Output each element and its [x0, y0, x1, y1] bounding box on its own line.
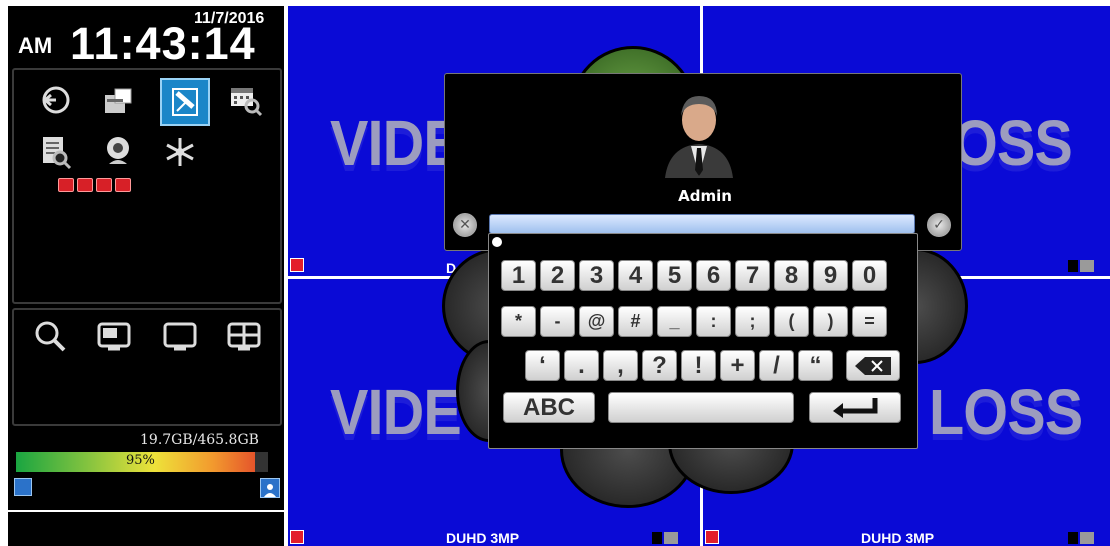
record-icon[interactable]: [160, 78, 210, 126]
backspace-key[interactable]: [846, 350, 900, 381]
camera-icon[interactable]: [98, 132, 138, 172]
key-sym-8[interactable]: ): [813, 306, 848, 337]
key-sym-2[interactable]: @: [579, 306, 614, 337]
key-8[interactable]: 9: [813, 260, 848, 291]
key-3[interactable]: 4: [618, 260, 653, 291]
virtual-keyboard: 1 2 3 4 5 6 7 8 9 0 * - @ # _:;() = ‘.,?! + / “ ABC: [488, 233, 918, 449]
key-7[interactable]: 8: [774, 260, 809, 291]
username-label: Admin: [678, 187, 732, 205]
key-6[interactable]: 7: [735, 260, 770, 291]
key-9[interactable]: 0: [852, 260, 887, 291]
record-indicator-3: [96, 178, 112, 192]
backspace-icon: [855, 356, 891, 375]
key-0[interactable]: 1: [501, 260, 536, 291]
password-field[interactable]: [489, 214, 915, 234]
storage-bar-remaining: [255, 452, 268, 472]
video-loss-text: VIDE: [330, 107, 462, 179]
cancel-icon[interactable]: ✕: [453, 213, 477, 237]
video-loss-text: LOSS: [929, 376, 1083, 448]
storage-usage: 19.7GB/465.8GB: [140, 432, 259, 448]
network-icon[interactable]: [14, 478, 32, 496]
admin-avatar: [659, 86, 739, 178]
key-sym-5[interactable]: :: [696, 306, 731, 337]
enter-icon: [833, 397, 878, 418]
user-icon[interactable]: [260, 478, 280, 498]
key-sym-9[interactable]: =: [852, 306, 887, 337]
key-4[interactable]: 5: [657, 260, 692, 291]
zoom-icon[interactable]: [30, 316, 70, 356]
panel-divider: [8, 510, 284, 512]
record-indicators: [58, 178, 131, 192]
camera-label: DUHD 3MP: [446, 530, 520, 546]
display-menu-box: [12, 308, 282, 426]
record-indicator-4: [115, 178, 131, 192]
space-key[interactable]: [608, 392, 794, 423]
key-sym-0[interactable]: *: [501, 306, 536, 337]
freeze-icon[interactable]: [160, 132, 200, 172]
record-film-icon: [290, 530, 304, 544]
key-punct-4[interactable]: !: [681, 350, 716, 381]
key-punct-3[interactable]: ?: [642, 350, 677, 381]
log-search-icon[interactable]: [36, 132, 76, 172]
clock-ampm: AM: [18, 33, 53, 58]
key-5[interactable]: 6: [696, 260, 731, 291]
backup-icon[interactable]: [98, 80, 138, 120]
key-sym-1[interactable]: -: [540, 306, 575, 337]
audio-mute-icon: [1068, 532, 1098, 544]
keyboard-drag-icon[interactable]: [492, 237, 502, 247]
audio-mute-icon: [652, 532, 682, 544]
key-sym-7[interactable]: (: [774, 306, 809, 337]
audio-mute-icon: [1068, 260, 1098, 272]
record-film-icon: [290, 258, 304, 272]
record-film-icon: [705, 530, 719, 544]
video-loss-text: OSS: [953, 107, 1073, 179]
pip-icon[interactable]: [94, 316, 134, 356]
key-punct-6[interactable]: /: [759, 350, 794, 381]
clock-time: 11:43:14: [70, 18, 256, 69]
key-punct-0[interactable]: ‘: [525, 350, 560, 381]
login-dialog: Admin ✕ ✓: [444, 73, 962, 251]
storage-percent: 95%: [126, 453, 155, 468]
quad-view-icon[interactable]: [224, 316, 264, 356]
enter-key[interactable]: [809, 392, 901, 423]
playback-icon[interactable]: [36, 80, 76, 120]
schedule-search-icon[interactable]: [226, 80, 266, 120]
key-punct-5[interactable]: +: [720, 350, 755, 381]
key-sym-3[interactable]: #: [618, 306, 653, 337]
key-punct-7[interactable]: “: [798, 350, 833, 381]
record-indicator-2: [77, 178, 93, 192]
record-indicator-1: [58, 178, 74, 192]
key-punct-1[interactable]: .: [564, 350, 599, 381]
confirm-icon[interactable]: ✓: [927, 213, 951, 237]
single-view-icon[interactable]: [160, 316, 200, 356]
side-panel: 11/7/2016 AM 11:43:14 19.7GB/465.8GB 95%: [8, 6, 284, 546]
key-1[interactable]: 2: [540, 260, 575, 291]
video-loss-text: VIDE: [330, 376, 462, 448]
key-sym-4[interactable]: _: [657, 306, 692, 337]
key-2[interactable]: 3: [579, 260, 614, 291]
key-sym-6[interactable]: ;: [735, 306, 770, 337]
main-menu-box: [12, 68, 282, 304]
camera-label: DUHD 3MP: [861, 530, 935, 546]
key-punct-2[interactable]: ,: [603, 350, 638, 381]
abc-key[interactable]: ABC: [503, 392, 595, 423]
